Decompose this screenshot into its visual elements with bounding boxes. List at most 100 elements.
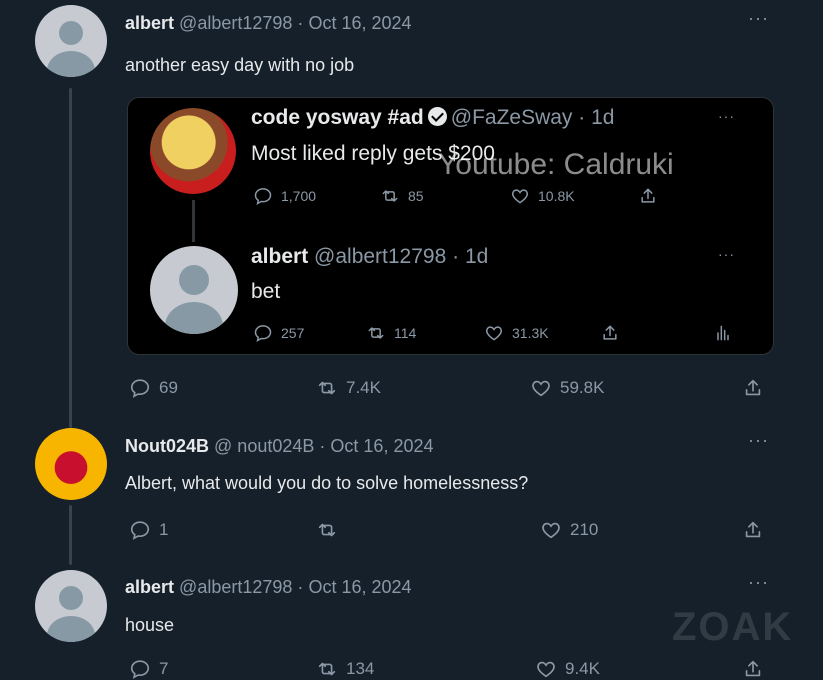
analytics-button[interactable]: [713, 323, 733, 343]
analytics-icon: [717, 325, 729, 341]
thread-line: [69, 505, 72, 565]
avatar[interactable]: [35, 428, 107, 500]
retweet-icon: [382, 190, 398, 202]
like-button[interactable]: 9.4K: [535, 658, 600, 680]
like-button[interactable]: 210: [540, 519, 598, 541]
retweet-count: 134: [346, 659, 375, 678]
tweet-time[interactable]: · 1d: [578, 106, 614, 129]
author-handle[interactable]: @FaZeSway: [451, 106, 573, 129]
author-name[interactable]: Nout024B: [125, 436, 209, 456]
tweet-text: Albert, what would you do to solve homel…: [125, 473, 529, 493]
retweet-count: 7.4K: [346, 378, 381, 397]
tweet-text: house: [125, 615, 175, 635]
retweet-button[interactable]: 7.4K: [316, 377, 381, 399]
separator: ·: [297, 577, 304, 597]
retweet-button[interactable]: 85: [380, 186, 424, 206]
retweet-button[interactable]: [316, 519, 346, 541]
share-icon: [641, 188, 655, 203]
tweet-date[interactable]: Oct 16, 2024: [308, 13, 411, 33]
retweet-button[interactable]: 114: [366, 323, 416, 343]
separator: ·: [319, 436, 326, 456]
watermark-logo-text: ZOAK: [672, 605, 794, 649]
reply-icon: [130, 521, 150, 540]
heart-icon: [537, 661, 555, 678]
quoted-tweet-header: code yosway #ad @FaZeSway · 1d: [251, 106, 614, 130]
reply-count: 1: [159, 520, 169, 539]
like-count: 59.8K: [560, 378, 605, 397]
tweet-header: albert @albert12798 · Oct 16, 2024: [125, 13, 412, 34]
reply-icon: [130, 660, 150, 679]
reply-icon: [254, 188, 272, 205]
author-name[interactable]: albert: [251, 245, 308, 268]
tweet-header: Nout024B @ nout024B · Oct 16, 2024: [125, 436, 434, 457]
like-button[interactable]: 31.3K: [484, 323, 549, 343]
like-count: 210: [570, 520, 599, 539]
like-count: 9.4K: [565, 659, 600, 678]
more-options-button[interactable]: ···: [718, 108, 735, 124]
reply-button[interactable]: 257: [253, 323, 304, 343]
tweet-time[interactable]: · 1d: [452, 245, 488, 268]
like-count: 10.8K: [538, 188, 575, 204]
thread-line: [69, 88, 72, 428]
retweet-button[interactable]: 134: [316, 658, 374, 680]
tweet-text: another easy day with no job: [125, 55, 355, 75]
watermark-text: Youtube: Caldruki: [438, 148, 674, 181]
author-handle[interactable]: @ nout024B: [214, 436, 314, 456]
share-button[interactable]: [638, 186, 658, 206]
reply-icon: [254, 325, 272, 342]
reply-button[interactable]: 69: [129, 377, 178, 399]
avatar[interactable]: [35, 570, 107, 642]
reply-button[interactable]: 1,700: [253, 186, 316, 206]
thread-line: [192, 200, 195, 242]
retweet-icon: [318, 381, 336, 395]
verified-badge-icon: [427, 107, 447, 126]
share-icon: [745, 379, 761, 396]
quoted-tweet-card[interactable]: code yosway #ad @FaZeSway · 1d ··· Most l…: [127, 97, 774, 355]
tweet-date[interactable]: Oct 16, 2024: [330, 436, 433, 456]
retweet-icon: [318, 523, 336, 537]
retweet-count: 114: [394, 325, 417, 341]
share-button[interactable]: [742, 658, 764, 680]
heart-icon: [532, 380, 550, 397]
heart-icon: [511, 189, 529, 204]
like-count: 31.3K: [512, 325, 549, 341]
share-button[interactable]: [742, 377, 764, 399]
share-icon: [745, 660, 761, 677]
tweet-header: albert @albert12798 · Oct 16, 2024: [125, 577, 412, 598]
avatar[interactable]: [35, 5, 107, 77]
more-options-button[interactable]: ···: [748, 8, 769, 29]
like-button[interactable]: 10.8K: [510, 186, 575, 206]
like-button[interactable]: 59.8K: [530, 377, 604, 399]
quoted-tweet-header: albert @albert12798 · 1d: [251, 245, 488, 269]
share-icon: [745, 521, 761, 538]
avatar[interactable]: [150, 246, 238, 334]
retweet-count: 85: [408, 188, 424, 204]
author-handle[interactable]: @albert12798: [179, 13, 292, 33]
retweet-icon: [318, 662, 336, 676]
reply-count: 257: [281, 325, 305, 341]
author-handle[interactable]: @albert12798: [179, 577, 292, 597]
share-button[interactable]: [600, 323, 620, 343]
more-options-button[interactable]: ···: [748, 572, 769, 593]
share-icon: [603, 325, 617, 340]
reply-button[interactable]: 1: [129, 519, 168, 541]
reply-count: 69: [159, 378, 178, 397]
reply-count: 1,700: [281, 188, 317, 204]
reply-button[interactable]: 7: [129, 658, 168, 680]
separator: ·: [297, 13, 304, 33]
share-button[interactable]: [742, 519, 764, 541]
more-options-button[interactable]: ···: [718, 246, 735, 262]
heart-icon: [485, 326, 503, 341]
heart-icon: [542, 522, 560, 539]
author-handle[interactable]: @albert12798: [314, 245, 446, 268]
reply-count: 7: [159, 659, 169, 678]
avatar[interactable]: [150, 108, 236, 194]
quoted-tweet-text: bet: [251, 280, 281, 303]
tweet-date[interactable]: Oct 16, 2024: [308, 577, 411, 597]
author-name[interactable]: code yosway #ad: [251, 106, 424, 129]
more-options-button[interactable]: ···: [748, 430, 769, 451]
author-name[interactable]: albert: [125, 577, 174, 597]
retweet-icon: [368, 327, 384, 339]
reply-icon: [130, 379, 150, 398]
author-name[interactable]: albert: [125, 13, 174, 33]
